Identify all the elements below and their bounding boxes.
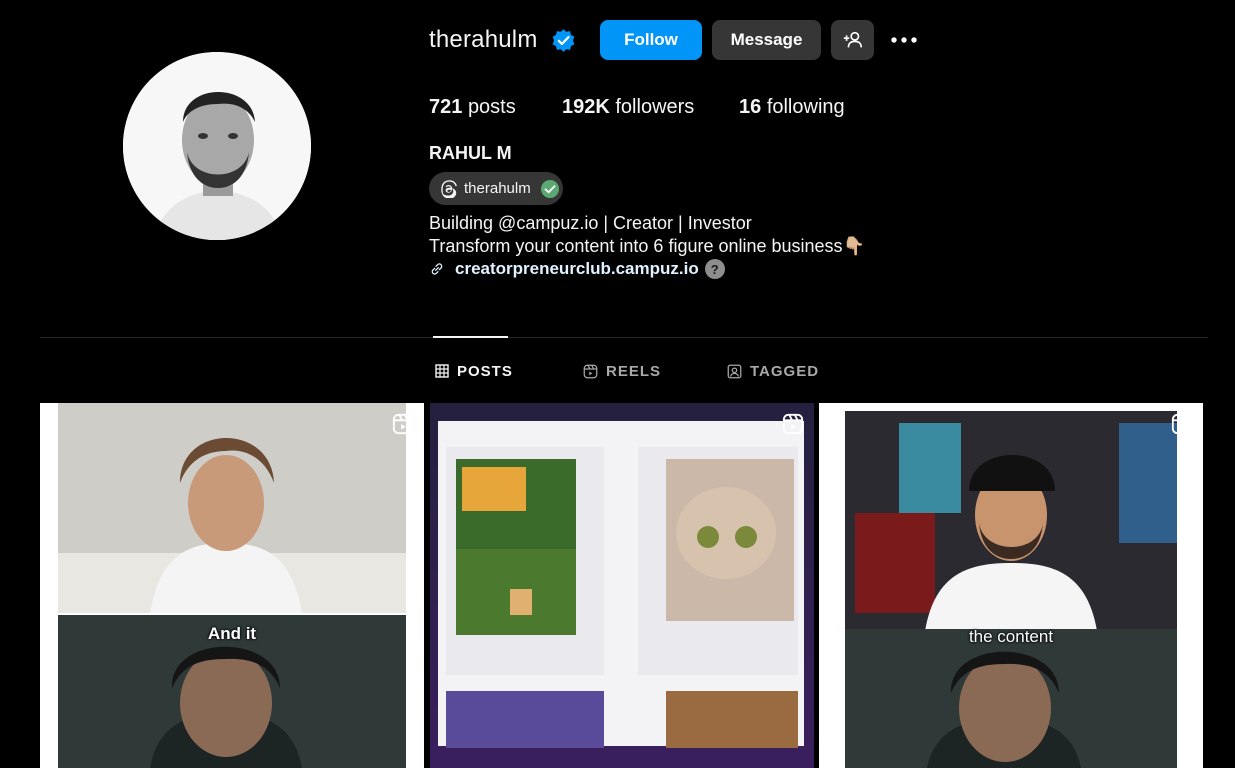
following-link[interactable]: 16 following: [739, 96, 845, 119]
stat-count: 16: [739, 96, 762, 118]
stat-label: following: [766, 96, 845, 118]
profile-full-name: RAHUL M: [429, 143, 512, 163]
pointing-down-emoji: 👇🏼: [842, 236, 865, 256]
grid-icon: [435, 364, 449, 378]
tab-label: POSTS: [457, 362, 513, 380]
post-thumbnail[interactable]: And it: [40, 403, 424, 768]
bio-line-1: Building @campuz.io | Creator | Investor: [429, 213, 752, 233]
active-tab-indicator: [433, 336, 508, 338]
profile-photo: [123, 52, 311, 240]
bio-link[interactable]: creatorpreneurclub.campuz.io ?: [429, 259, 725, 279]
threads-badge[interactable]: therahulm: [429, 172, 563, 205]
bio-link-text[interactable]: creatorpreneurclub.campuz.io: [455, 259, 699, 279]
tabs-divider: [40, 337, 1208, 338]
threads-check-icon: [540, 179, 559, 198]
post-image: [430, 403, 814, 768]
bio-line-2: Transform your content into 6 figure onl…: [429, 236, 865, 257]
stat-label: followers: [615, 96, 695, 118]
profile-avatar[interactable]: [123, 52, 311, 240]
reel-icon: [782, 413, 804, 435]
posts-count: 721 posts: [429, 96, 516, 119]
verified-badge-icon: [552, 29, 575, 52]
post-caption-overlay: And it: [207, 624, 257, 643]
tab-tagged[interactable]: TAGGED: [727, 360, 819, 382]
tab-reels[interactable]: REELS: [583, 360, 661, 382]
link-icon: [431, 263, 443, 275]
follow-button[interactable]: Follow: [600, 20, 702, 60]
reel-icon: [392, 413, 414, 435]
add-user-icon: [843, 31, 862, 48]
reel-icon: [1171, 413, 1193, 435]
threads-handle: therahulm: [464, 180, 531, 197]
stat-count: 721: [429, 96, 463, 118]
tab-label: TAGGED: [750, 362, 820, 380]
post-image: [819, 403, 1203, 768]
reels-icon: [583, 364, 598, 378]
help-icon[interactable]: ?: [704, 259, 725, 279]
message-button[interactable]: Message: [712, 20, 821, 60]
profile-username: therahulm: [429, 26, 538, 53]
post-thumbnail[interactable]: [430, 403, 814, 768]
post-caption-overlay: the content: [968, 627, 1054, 646]
post-thumbnail[interactable]: the content: [819, 403, 1203, 768]
tagged-icon: [727, 364, 742, 378]
more-options-button[interactable]: [888, 30, 920, 50]
stat-label: posts: [467, 96, 516, 118]
stat-count: 192K: [562, 96, 610, 118]
suggested-accounts-button[interactable]: [831, 20, 874, 60]
post-image: [40, 403, 424, 768]
more-dots-icon: [891, 37, 917, 43]
threads-icon: [441, 179, 457, 198]
followers-link[interactable]: 192K followers: [562, 96, 694, 119]
bio-text: Transform your content into 6 figure onl…: [429, 236, 843, 256]
tab-label: REELS: [606, 362, 662, 380]
tab-posts[interactable]: POSTS: [435, 360, 513, 382]
